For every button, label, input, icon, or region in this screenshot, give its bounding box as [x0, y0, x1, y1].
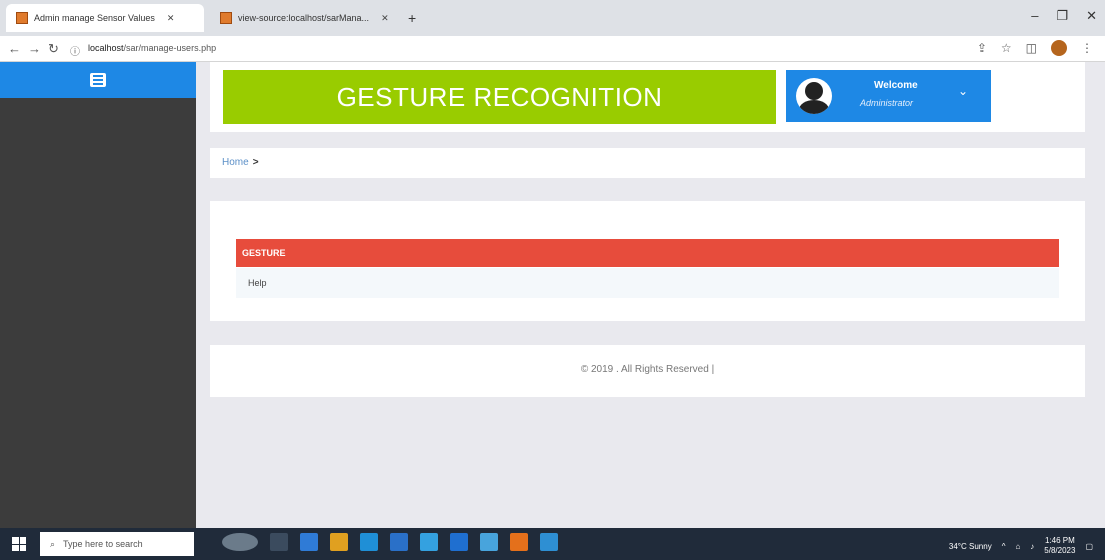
maximize-button[interactable]: ❐ [1056, 8, 1068, 24]
table-row: Help [236, 268, 1059, 298]
windows-start-icon[interactable] [12, 537, 26, 551]
footer-copyright: © 2019 . All Rights Reserved | [580, 364, 715, 375]
hippo-widget-icon[interactable] [222, 533, 258, 551]
browser-tab-bar: Admin manage Sensor Values ✕ view-source… [0, 0, 1105, 36]
edge-browser-icon[interactable] [420, 533, 438, 551]
user-avatar-icon [796, 78, 832, 114]
content-panel: GESTURE Help [210, 201, 1085, 321]
search-icon: ⌕ [50, 538, 56, 549]
url-path: /sar/manage-users.php [123, 43, 217, 53]
sidebar [0, 62, 196, 528]
bookmark-star-icon[interactable]: ☆ [1001, 41, 1012, 55]
new-tab-button[interactable]: + [408, 10, 416, 26]
clock-time: 1:46 PM [1044, 536, 1075, 545]
chevron-down-icon[interactable]: ⌄ [958, 84, 968, 98]
welcome-label: Welcome [874, 80, 918, 91]
back-icon[interactable]: ← [8, 41, 21, 56]
table-header: GESTURE [236, 239, 1059, 267]
breadcrumb-panel: Home > [210, 148, 1085, 178]
clock[interactable]: 1:46 PM 5/8/2023 [1044, 536, 1075, 556]
split-view-icon[interactable]: ◫ [1026, 41, 1037, 55]
window-controls: – ❐ ✕ [1031, 8, 1097, 24]
app-icon[interactable] [300, 533, 318, 551]
tab-close-icon[interactable]: ✕ [381, 13, 389, 24]
sidebar-toggle[interactable] [0, 62, 196, 98]
tab-close-icon[interactable]: ✕ [167, 13, 175, 24]
network-icon[interactable]: ⌂ [1015, 542, 1020, 551]
footer-panel: © 2019 . All Rights Reserved | [210, 345, 1085, 397]
tab-title: view-source:localhost/sarMana... [238, 13, 370, 23]
app-icon[interactable] [330, 533, 348, 551]
app-title: GESTURE RECOGNITION [223, 70, 776, 124]
browser-tab-active[interactable]: Admin manage Sensor Values ✕ [6, 4, 204, 32]
app-icon[interactable] [360, 533, 378, 551]
reload-icon[interactable]: ↻ [48, 41, 59, 57]
minimize-button[interactable]: – [1031, 8, 1038, 24]
close-window-button[interactable]: ✕ [1086, 8, 1097, 24]
profile-avatar-icon[interactable] [1051, 40, 1067, 56]
user-menu[interactable]: Welcome Administrator ⌄ [786, 70, 991, 122]
forward-icon[interactable]: → [28, 41, 41, 56]
tray-chevron-icon[interactable]: ^ [1002, 542, 1006, 551]
app-icon[interactable] [450, 533, 468, 551]
tab-title: Admin manage Sensor Values [34, 13, 155, 23]
username-label: Administrator [860, 98, 914, 108]
breadcrumb-separator-icon: > [252, 157, 259, 168]
volume-icon[interactable]: ♪ [1030, 542, 1034, 551]
browser-tab[interactable]: view-source:localhost/sarMana... ✕ [210, 4, 400, 32]
more-menu-icon[interactable]: ⋮ [1081, 41, 1093, 55]
browser-actions: ⇪ ☆ ◫ ⋮ [977, 40, 1093, 56]
weather-label[interactable]: 34°C Sunny [949, 542, 992, 551]
favicon-icon [220, 12, 232, 24]
app-icon[interactable] [390, 533, 408, 551]
breadcrumb: Home > [222, 157, 259, 168]
taskbar-search-input[interactable]: ⌕ Type here to search [40, 532, 194, 556]
favicon-icon [16, 12, 28, 24]
clock-date: 5/8/2023 [1044, 546, 1076, 555]
breadcrumb-home-link[interactable]: Home [222, 157, 249, 168]
notification-icon[interactable]: ▢ [1085, 542, 1093, 551]
system-tray: 34°C Sunny ^ ⌂ ♪ 1:46 PM 5/8/2023 ▢ [949, 536, 1093, 556]
hamburger-icon[interactable] [90, 73, 106, 87]
share-icon[interactable]: ⇪ [977, 41, 987, 55]
address-bar: ← → ↻ ⓘ localhost/sar/manage-users.php ⇪… [0, 36, 1105, 62]
taskbar: ⌕ Type here to search 34°C Sunny ^ ⌂ ♪ 1… [0, 528, 1105, 560]
app-icon[interactable] [480, 533, 498, 551]
header-panel: GESTURE RECOGNITION Welcome Administrato… [210, 62, 1085, 132]
url-field[interactable]: localhost/sar/manage-users.php [88, 43, 216, 53]
search-placeholder: Type here to search [63, 539, 143, 549]
app-icon[interactable] [540, 533, 558, 551]
taskbar-apps [222, 533, 558, 551]
app-icon[interactable] [510, 533, 528, 551]
info-icon[interactable]: ⓘ [70, 43, 80, 58]
url-host: localhost [88, 43, 124, 53]
task-view-icon[interactable] [270, 533, 288, 551]
